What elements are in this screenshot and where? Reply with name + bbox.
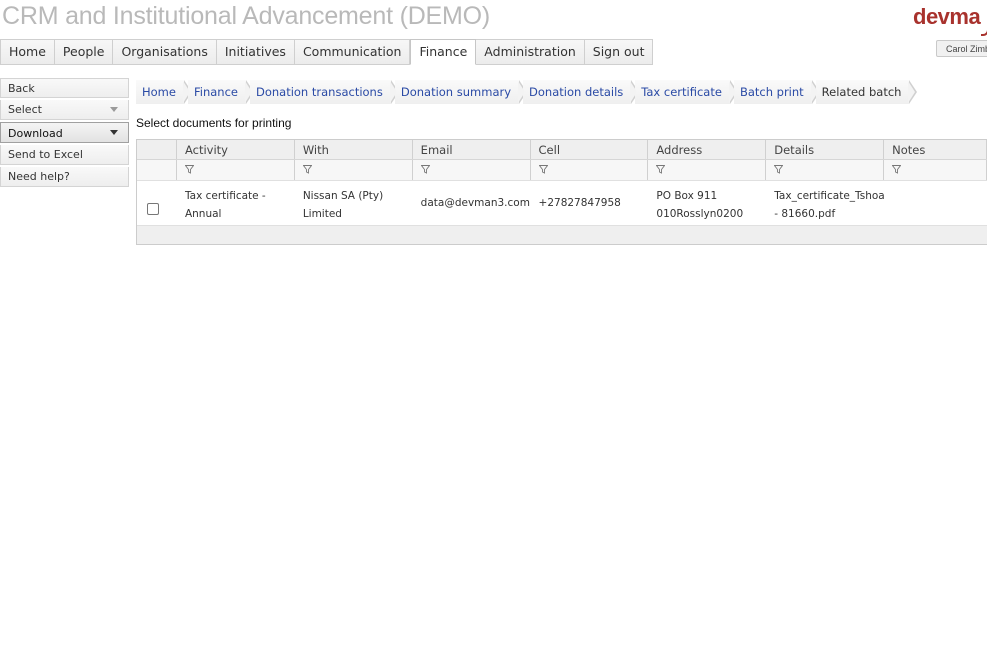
funnel-icon	[420, 165, 430, 174]
sidebar: Back Select Download Send to Excel Need …	[0, 78, 129, 189]
row-select-cell	[137, 181, 177, 225]
send-to-excel-label: Send to Excel	[8, 148, 83, 161]
nav-home[interactable]: Home	[1, 40, 55, 64]
funnel-icon	[538, 165, 548, 174]
notes-cell	[884, 181, 987, 225]
nav-finance[interactable]: Finance	[410, 39, 477, 65]
filter-select-column	[137, 160, 177, 180]
filter-notes[interactable]	[884, 160, 987, 180]
funnel-icon	[184, 165, 194, 174]
filter-activity[interactable]	[177, 160, 295, 180]
details-cell: Tax_certificate_Tshoar - 81660.pdf	[766, 181, 884, 225]
download-dropdown[interactable]: Download	[0, 122, 129, 143]
user-menu-button[interactable]: Carol Zimbler	[936, 40, 987, 57]
table-header-row: Activity With Email Cell Address Details…	[137, 140, 987, 160]
need-help-label: Need help?	[8, 170, 70, 183]
back-button[interactable]: Back	[0, 78, 129, 98]
filter-with[interactable]	[295, 160, 413, 180]
brand-logo: devma	[913, 4, 981, 29]
breadcrumb-related-batch: Related batch	[815, 80, 918, 104]
table-row[interactable]: Tax certificate - Annual Nissan SA (Pty) L…	[137, 181, 987, 225]
caret-down-icon	[110, 107, 118, 112]
with-line-2: Limited	[302, 208, 342, 220]
download-dropdown-label: Download	[8, 127, 63, 140]
nav-organisations[interactable]: Organisations	[113, 40, 217, 64]
activity-cell: Tax certificate - Annual	[177, 181, 295, 225]
activity-line-2: Annual	[184, 208, 222, 220]
filter-details[interactable]	[766, 160, 885, 180]
column-header-email[interactable]: Email	[413, 140, 531, 159]
funnel-icon	[656, 165, 666, 174]
filter-email[interactable]	[413, 160, 531, 180]
nav-administration[interactable]: Administration	[476, 40, 585, 64]
nav-communication[interactable]: Communication	[294, 40, 411, 64]
header-select-column	[137, 140, 177, 159]
address-line-1: PO Box 911	[656, 190, 718, 202]
breadcrumb-donation-details[interactable]: Donation details	[523, 80, 640, 104]
breadcrumb-tax-certificate[interactable]: Tax certificate	[635, 80, 738, 104]
section-title: Select documents for printing	[136, 116, 292, 130]
nav-initiatives[interactable]: Initiatives	[216, 40, 295, 64]
funnel-icon	[774, 165, 784, 174]
filter-cell[interactable]	[531, 160, 649, 180]
table-footer	[137, 225, 987, 244]
send-to-excel-button[interactable]: Send to Excel	[0, 145, 129, 165]
need-help-button[interactable]: Need help?	[0, 167, 129, 187]
breadcrumb-donation-transactions[interactable]: Donation transactions	[249, 80, 399, 104]
documents-table: Activity With Email Cell Address Details…	[136, 139, 987, 245]
column-header-notes[interactable]: Notes	[884, 140, 987, 159]
email-cell: data@devman3.com	[420, 197, 530, 209]
select-dropdown[interactable]: Select	[0, 100, 129, 120]
cell-phone-cell: +27827847958	[538, 197, 621, 209]
breadcrumb-finance[interactable]: Finance	[187, 80, 254, 104]
column-header-cell[interactable]: Cell	[531, 140, 649, 159]
funnel-icon	[302, 165, 312, 174]
breadcrumb: Home Finance Donation transactions Donat…	[136, 80, 918, 104]
main-nav: Home People Organisations Initiatives Co…	[0, 39, 654, 65]
with-line-1: Nissan SA (Pty)	[302, 190, 384, 202]
breadcrumb-donation-summary[interactable]: Donation summary	[394, 80, 528, 104]
address-line-2: 010Rosslyn0200	[656, 208, 744, 220]
column-header-details[interactable]: Details	[766, 140, 885, 159]
table-filter-row	[137, 160, 987, 181]
column-header-activity[interactable]: Activity	[177, 140, 295, 159]
brand-logo-tail	[981, 26, 987, 36]
filter-address[interactable]	[648, 160, 767, 180]
back-button-label: Back	[8, 82, 35, 95]
details-line-2: - 81660.pdf	[774, 208, 836, 220]
app-title: CRM and Institutional Advancement (DEMO)	[2, 2, 491, 30]
nav-sign-out[interactable]: Sign out	[584, 40, 653, 64]
funnel-icon	[892, 165, 902, 174]
address-cell: PO Box 911 010Rosslyn0200	[648, 181, 766, 225]
breadcrumb-home[interactable]: Home	[136, 80, 192, 104]
caret-down-icon	[110, 130, 118, 135]
breadcrumb-batch-print[interactable]: Batch print	[733, 80, 820, 104]
column-header-with[interactable]: With	[295, 140, 413, 159]
column-header-address[interactable]: Address	[648, 140, 767, 159]
activity-line-1: Tax certificate -	[184, 190, 266, 202]
details-line-1: Tax_certificate_Tshoar	[774, 190, 885, 202]
row-checkbox[interactable]	[147, 203, 159, 215]
select-dropdown-label: Select	[8, 103, 42, 116]
nav-people[interactable]: People	[54, 40, 114, 64]
with-cell: Nissan SA (Pty) Limited	[295, 181, 413, 225]
